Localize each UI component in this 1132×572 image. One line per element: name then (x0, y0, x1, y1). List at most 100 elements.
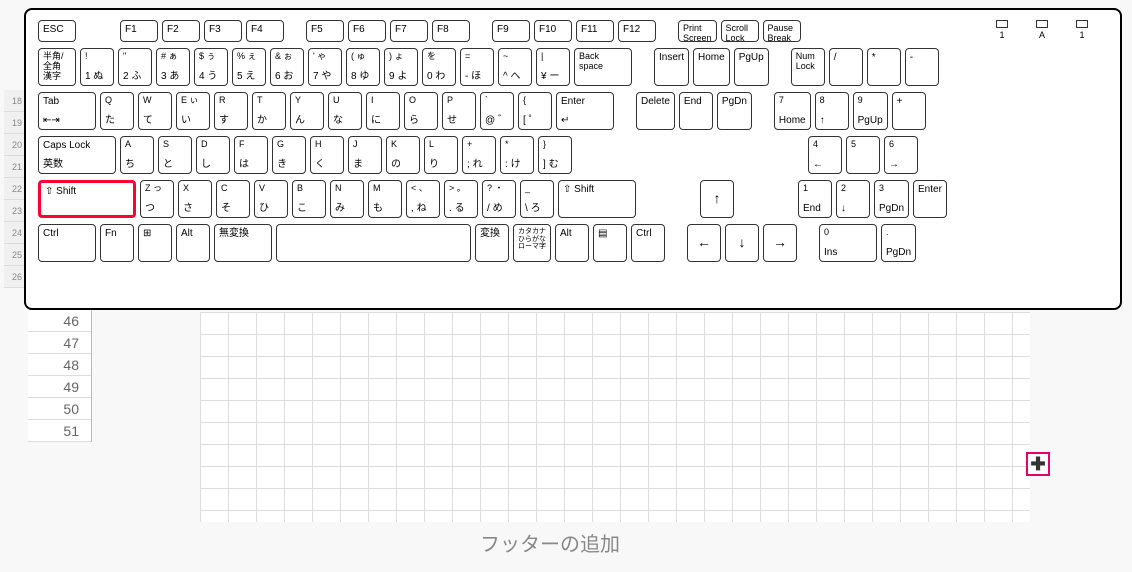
key-numlock[interactable]: Num Lock (791, 48, 825, 86)
key-numpad-1[interactable]: 1End (798, 180, 832, 218)
key-minus[interactable]: =- ほ (460, 48, 494, 86)
key-d[interactable]: Dし (196, 136, 230, 174)
key-henkan[interactable]: 変換 (475, 224, 509, 262)
key-right-alt[interactable]: Alt (555, 224, 589, 262)
key-delete[interactable]: Delete (636, 92, 675, 130)
key-numpad-3[interactable]: 3PgDn (874, 180, 909, 218)
key-c[interactable]: Cそ (216, 180, 250, 218)
key-numpad-6[interactable]: 6→ (884, 136, 918, 174)
key-menu[interactable]: ▤ (593, 224, 627, 262)
key-f4[interactable]: F4 (246, 20, 284, 42)
key-q[interactable]: Qた (100, 92, 134, 130)
key-t[interactable]: Tか (252, 92, 286, 130)
key-j[interactable]: Jま (348, 136, 382, 174)
key-f3[interactable]: F3 (204, 20, 242, 42)
key-right-shift[interactable]: ⇧ Shift (558, 180, 636, 218)
cell-grid[interactable] (200, 312, 1030, 522)
key-esc[interactable]: ESC (38, 20, 76, 42)
key-insert[interactable]: Insert (654, 48, 689, 86)
key-arrow-up[interactable]: ↑ (700, 180, 734, 218)
key-period[interactable]: > 。. る (444, 180, 478, 218)
key-i[interactable]: Iに (366, 92, 400, 130)
key-f5[interactable]: F5 (306, 20, 344, 42)
row-number[interactable]: 50 (28, 398, 91, 420)
key-f7[interactable]: F7 (390, 20, 428, 42)
key-l[interactable]: Lり (424, 136, 458, 174)
key-space[interactable] (276, 224, 471, 262)
key-yen[interactable]: |¥ ー (536, 48, 570, 86)
key-1[interactable]: !1 ぬ (80, 48, 114, 86)
key-open-bracket[interactable]: {[ ゜ (518, 92, 552, 130)
key-2[interactable]: "2 ふ (118, 48, 152, 86)
key-at[interactable]: `@ ゛ (480, 92, 514, 130)
key-f11[interactable]: F11 (576, 20, 614, 42)
key-scrolllock[interactable]: Scroll Lock (721, 20, 759, 42)
key-arrow-down[interactable]: ↓ (725, 224, 759, 262)
row-number[interactable]: 47 (28, 332, 91, 354)
key-numpad-8[interactable]: 8↑ (815, 92, 849, 130)
key-8[interactable]: ( ゅ8 ゆ (346, 48, 380, 86)
key-fn[interactable]: Fn (100, 224, 134, 262)
key-capslock[interactable]: Caps Lock英数 (38, 136, 116, 174)
key-pgdn[interactable]: PgDn (717, 92, 752, 130)
key-home[interactable]: Home (693, 48, 730, 86)
key-4[interactable]: $ ぅ4 う (194, 48, 228, 86)
key-numpad-5[interactable]: 5 (846, 136, 880, 174)
key-semicolon[interactable]: +; れ (462, 136, 496, 174)
key-end[interactable]: End (679, 92, 713, 130)
key-comma[interactable]: < 、, ね (406, 180, 440, 218)
key-tab[interactable]: Tab⇤⇥ (38, 92, 96, 130)
key-6[interactable]: & ぉ6 お (270, 48, 304, 86)
key-b[interactable]: Bこ (292, 180, 326, 218)
key-numpad-7[interactable]: 7Home (774, 92, 811, 130)
key-numpad-add[interactable]: + (892, 92, 926, 130)
key-f8[interactable]: F8 (432, 20, 470, 42)
key-numpad-9[interactable]: 9PgUp (853, 92, 888, 130)
key-r[interactable]: Rす (214, 92, 248, 130)
key-pgup[interactable]: PgUp (734, 48, 769, 86)
row-number[interactable]: 49 (28, 376, 91, 398)
key-g[interactable]: Gき (272, 136, 306, 174)
key-9[interactable]: ) ょ9 よ (384, 48, 418, 86)
key-s[interactable]: Sと (158, 136, 192, 174)
key-f1[interactable]: F1 (120, 20, 158, 42)
footer-placeholder[interactable]: フッターの追加 (480, 528, 620, 557)
row-number[interactable]: 48 (28, 354, 91, 376)
row-number[interactable]: 51 (28, 420, 91, 442)
key-3[interactable]: # ぁ3 あ (156, 48, 190, 86)
key-f2[interactable]: F2 (162, 20, 200, 42)
key-f12[interactable]: F12 (618, 20, 656, 42)
key-caret[interactable]: ~^ へ (498, 48, 532, 86)
key-katakana[interactable]: カタカナ ひらがな ローマ字 (513, 224, 551, 262)
key-muhenkan[interactable]: 無変換 (214, 224, 272, 262)
key-u[interactable]: Uな (328, 92, 362, 130)
key-pause[interactable]: Pause Break (763, 20, 801, 42)
key-a[interactable]: Aち (120, 136, 154, 174)
key-left-ctrl[interactable]: Ctrl (38, 224, 96, 262)
key-f10[interactable]: F10 (534, 20, 572, 42)
key-p[interactable]: Pせ (442, 92, 476, 130)
key-slash[interactable]: ? ・/ め (482, 180, 516, 218)
row-number[interactable]: 46 (28, 310, 91, 332)
key-n[interactable]: Nみ (330, 180, 364, 218)
key-v[interactable]: Vひ (254, 180, 288, 218)
key-printscreen[interactable]: Print Screen (678, 20, 717, 42)
key-right-ctrl[interactable]: Ctrl (631, 224, 665, 262)
key-7[interactable]: ' ゃ7 や (308, 48, 342, 86)
key-left-alt[interactable]: Alt (176, 224, 210, 262)
key-numpad-2[interactable]: 2↓ (836, 180, 870, 218)
key-numpad-subtract[interactable]: - (905, 48, 939, 86)
key-5[interactable]: % ぇ5 え (232, 48, 266, 86)
key-numpad-enter[interactable]: Enter (913, 180, 947, 218)
key-windows[interactable]: ⊞ (138, 224, 172, 262)
key-numpad-divide[interactable]: / (829, 48, 863, 86)
key-k[interactable]: Kの (386, 136, 420, 174)
key-arrow-left[interactable]: ← (687, 224, 721, 262)
key-x[interactable]: Xさ (178, 180, 212, 218)
key-numpad-multiply[interactable]: * (867, 48, 901, 86)
key-f9[interactable]: F9 (492, 20, 530, 42)
key-f[interactable]: Fは (234, 136, 268, 174)
key-hankaku[interactable]: 半角/ 全角 漢字 (38, 48, 76, 86)
key-enter[interactable]: Enter↵ (556, 92, 614, 130)
key-colon[interactable]: *: け (500, 136, 534, 174)
